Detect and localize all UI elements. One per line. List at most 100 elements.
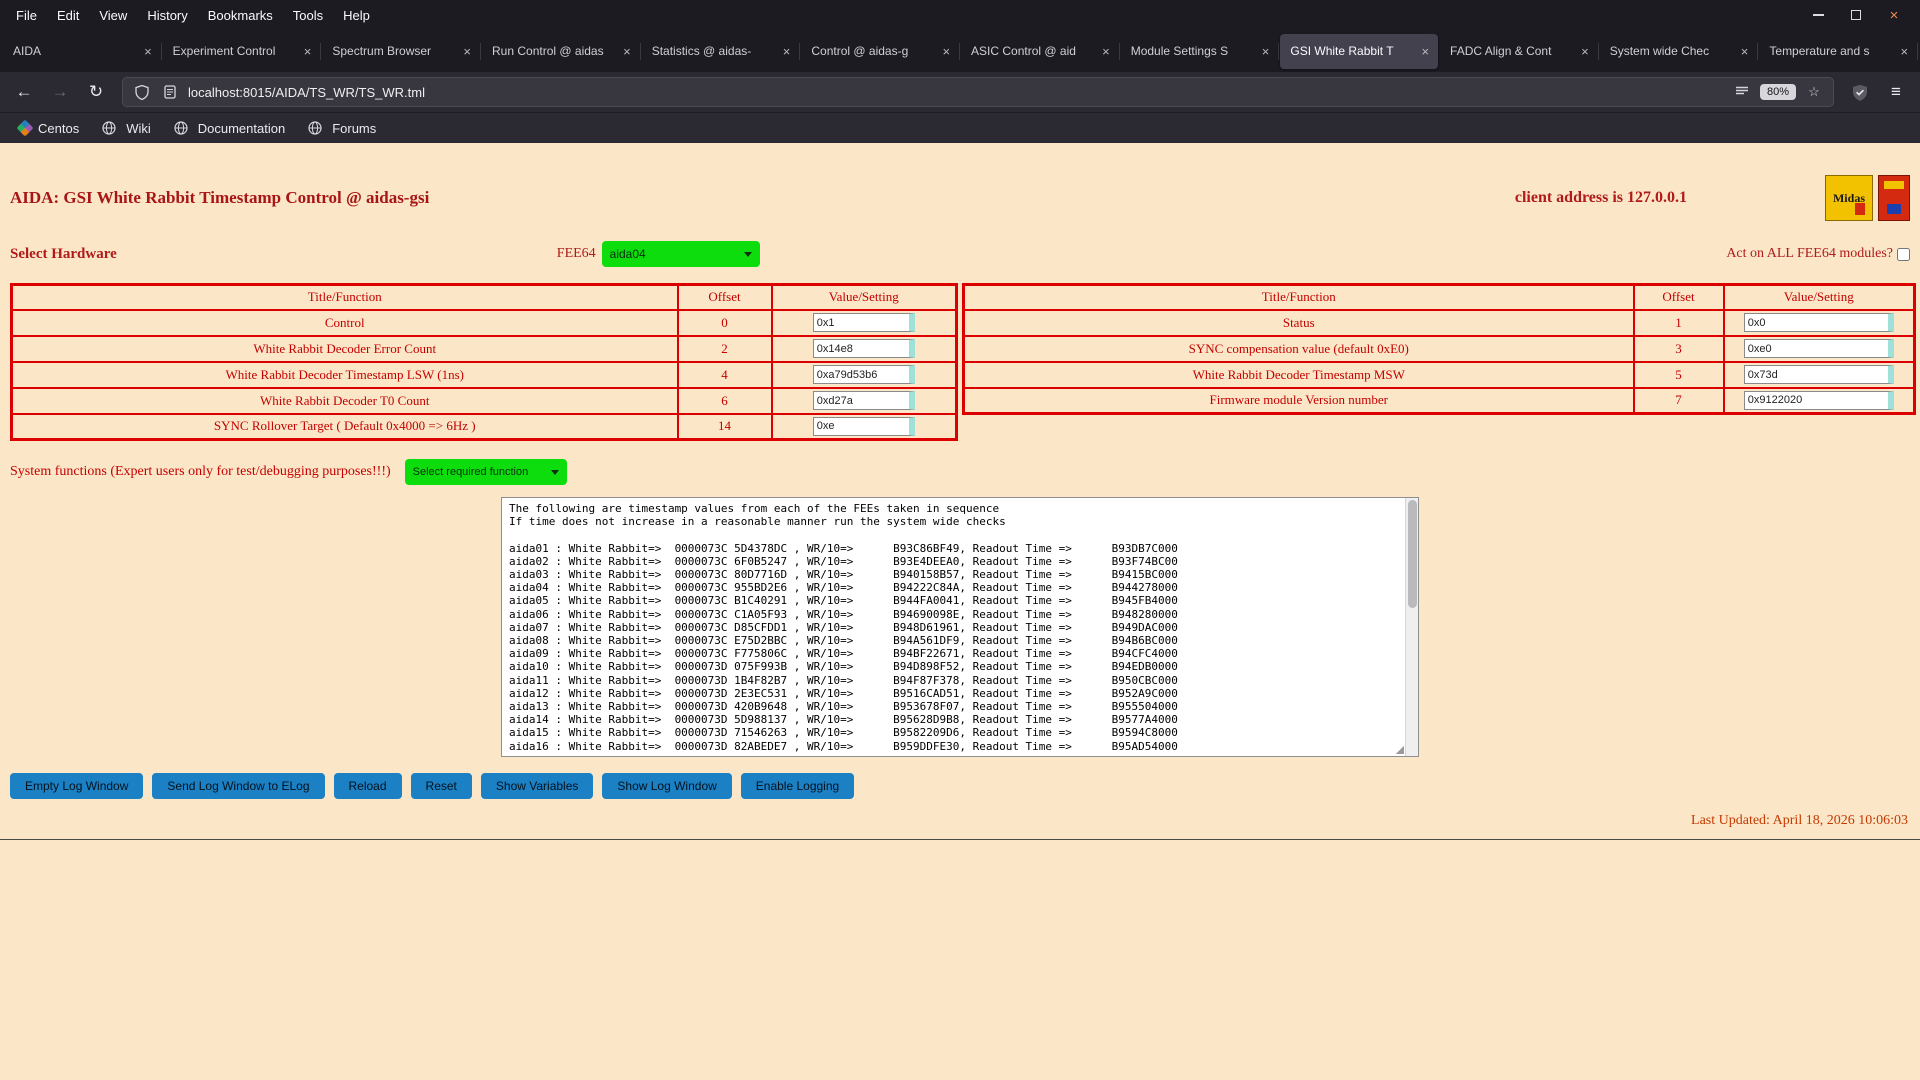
tab-close-icon[interactable]: × [1417, 43, 1433, 60]
maximize-icon [1851, 10, 1861, 20]
reader-mode-icon[interactable] [1732, 82, 1752, 102]
reload-page-button[interactable]: Reload [334, 773, 402, 799]
tab-close-icon[interactable]: × [459, 43, 475, 60]
system-function-select[interactable]: Select required function [405, 459, 567, 485]
fee64-select[interactable]: aida04 [602, 241, 760, 267]
browser-tab[interactable]: Statistics @ aidas-× [642, 34, 800, 69]
tab-label: Run Control @ aidas [492, 44, 619, 58]
url-bar[interactable]: localhost:8015/AIDA/TS_WR/TS_WR.tml 80% … [122, 77, 1834, 107]
tab-close-icon[interactable]: × [140, 43, 156, 60]
tab-close-icon[interactable]: × [1737, 43, 1753, 60]
value-cell [1724, 336, 1915, 362]
enable-logging-button[interactable]: Enable Logging [741, 773, 854, 799]
value-input[interactable] [1744, 313, 1894, 332]
tab-close-icon[interactable]: × [1258, 43, 1274, 60]
log-window[interactable]: The following are timestamp values from … [501, 497, 1419, 757]
function-cell: Control [12, 310, 678, 336]
minimize-button[interactable] [1810, 7, 1826, 23]
tab-close-icon[interactable]: × [1577, 43, 1593, 60]
browser-tab[interactable]: Module Settings S× [1121, 34, 1279, 69]
browser-tab[interactable]: Spectrum Browser× [322, 34, 480, 69]
browser-tab[interactable]: Run Control @ aidas× [482, 34, 640, 69]
act-all-label: Act on ALL FEE64 modules? [1726, 246, 1893, 262]
show-log-window-button[interactable]: Show Log Window [602, 773, 731, 799]
menu-edit[interactable]: Edit [47, 0, 89, 30]
menu-history[interactable]: History [137, 0, 197, 30]
value-input[interactable] [813, 391, 915, 410]
value-cell [772, 414, 957, 440]
tab-close-icon[interactable]: × [619, 43, 635, 60]
function-cell: White Rabbit Decoder T0 Count [12, 388, 678, 414]
browser-tab[interactable]: Control @ aidas-g× [801, 34, 959, 69]
bookmark-documentation[interactable]: Documentation [162, 115, 294, 141]
last-updated-text: Last Updated: April 18, 2026 10:06:03 [10, 813, 1910, 829]
value-input[interactable] [813, 417, 915, 436]
browser-tab[interactable]: Temperature and s× [1759, 34, 1917, 69]
table-row: White Rabbit Decoder Timestamp MSW 5 [964, 362, 1915, 388]
close-button[interactable]: × [1886, 7, 1902, 23]
send-log-to-elog-button[interactable]: Send Log Window to ELog [152, 773, 324, 799]
browser-tab[interactable]: AIDA× [3, 34, 161, 69]
url-text[interactable]: localhost:8015/AIDA/TS_WR/TS_WR.tml [188, 85, 1724, 100]
globe-icon [99, 118, 119, 138]
bookmark-forums[interactable]: Forums [296, 115, 385, 141]
tab-close-icon[interactable]: × [1896, 43, 1912, 60]
tab-close-icon[interactable]: × [779, 43, 795, 60]
maximize-button[interactable] [1848, 7, 1864, 23]
bookmark-wiki[interactable]: Wiki [90, 115, 160, 141]
log-scrollbar-thumb[interactable] [1408, 500, 1417, 608]
bookmark-star-icon[interactable]: ☆ [1804, 82, 1824, 102]
system-functions-row: System functions (Expert users only for … [10, 459, 1910, 485]
forward-button[interactable]: → [44, 77, 76, 107]
log-scrollbar[interactable] [1405, 498, 1418, 756]
browser-tab[interactable]: Experiment Control× [163, 34, 321, 69]
menu-bookmarks[interactable]: Bookmarks [198, 0, 283, 30]
table-row: SYNC Rollover Target ( Default 0x4000 =>… [12, 414, 957, 440]
system-function-selected-value: Select required function [413, 466, 529, 478]
menu-file[interactable]: File [6, 0, 47, 30]
value-input[interactable] [1744, 365, 1894, 384]
browser-tab[interactable]: ASIC Control @ aid× [961, 34, 1119, 69]
chevron-down-icon [551, 470, 559, 475]
reset-button[interactable]: Reset [411, 773, 472, 799]
resize-grip-icon[interactable] [1395, 745, 1404, 754]
menu-view[interactable]: View [89, 0, 137, 30]
browser-tab[interactable]: FADC Align & Cont× [1440, 34, 1598, 69]
tracking-shield-icon[interactable] [132, 82, 152, 102]
value-input[interactable] [813, 313, 915, 332]
zoom-indicator[interactable]: 80% [1760, 84, 1796, 100]
page-header: AIDA: GSI White Rabbit Timestamp Control… [10, 175, 1910, 221]
client-address: client address is 127.0.0.1 [1515, 189, 1687, 207]
menu-tools[interactable]: Tools [283, 0, 333, 30]
bookmark-label: Centos [38, 121, 79, 136]
menu-help[interactable]: Help [333, 0, 380, 30]
browser-tab[interactable]: System wide Chec× [1600, 34, 1758, 69]
reload-button[interactable]: ↻ [80, 77, 112, 107]
tab-close-icon[interactable]: × [300, 43, 316, 60]
offset-cell: 7 [1634, 388, 1724, 414]
act-all-group: Act on ALL FEE64 modules? [1726, 246, 1910, 262]
empty-log-button[interactable]: Empty Log Window [10, 773, 143, 799]
value-cell [1724, 362, 1915, 388]
centos-icon [17, 120, 34, 137]
tab-close-icon[interactable]: × [938, 43, 954, 60]
show-variables-button[interactable]: Show Variables [481, 773, 594, 799]
offset-cell: 3 [1634, 336, 1724, 362]
function-cell: Firmware module Version number [964, 388, 1634, 414]
back-button[interactable]: ← [8, 77, 40, 107]
extension-icon[interactable] [1844, 77, 1876, 107]
value-input[interactable] [1744, 339, 1894, 358]
browser-tab-active[interactable]: GSI White Rabbit T× [1280, 34, 1438, 69]
value-cell [772, 388, 957, 414]
value-cell [772, 362, 957, 388]
value-input[interactable] [813, 365, 915, 384]
bookmark-centos[interactable]: Centos [10, 118, 88, 139]
midas-logo: Midas [1825, 175, 1873, 221]
value-input[interactable] [1744, 391, 1894, 410]
value-input[interactable] [813, 339, 915, 358]
tab-close-icon[interactable]: × [1098, 43, 1114, 60]
app-menu-button[interactable]: ≡ [1880, 77, 1912, 107]
act-all-checkbox[interactable] [1897, 248, 1910, 261]
page-title: AIDA: GSI White Rabbit Timestamp Control… [10, 188, 429, 208]
site-info-icon[interactable] [160, 82, 180, 102]
